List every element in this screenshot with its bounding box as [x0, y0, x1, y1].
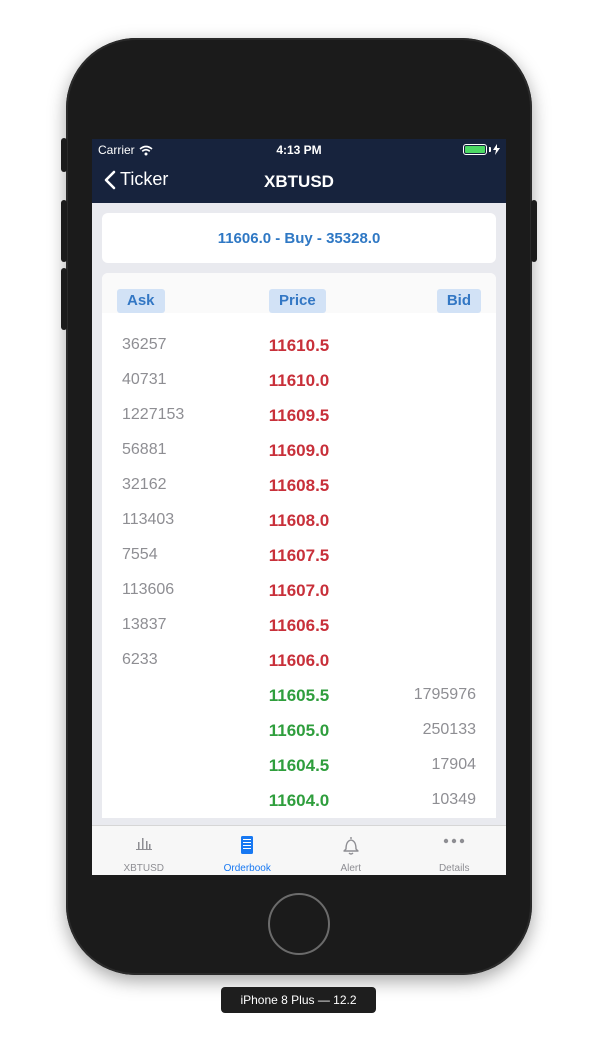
orderbook-card: Ask Price Bid 36257 11610.5 40731 11610.0 …	[102, 273, 496, 818]
ask-row: 1227153 11609.5	[102, 398, 496, 433]
ask-row: 113606 11607.0	[102, 573, 496, 608]
tab-details[interactable]: Details	[403, 826, 507, 875]
book-icon	[241, 836, 254, 854]
tab-xbtusd-label: XBTUSD	[123, 863, 165, 874]
ask-price: 11609.5	[268, 406, 330, 425]
bid-column-header: Bid	[436, 289, 481, 313]
navigation-bar: Ticker XBTUSD	[92, 161, 506, 203]
orderbook-rows: 36257 11610.5 40731 11610.0 1227153 11609.5…	[102, 328, 496, 818]
price-column-header: Price	[269, 289, 326, 313]
bid-quantity: 10349	[431, 791, 477, 808]
device-caption: iPhone 8 Plus — 12.2	[221, 987, 376, 1013]
tab-bar: XBTUSD Orderbook Alert Details	[92, 825, 506, 875]
silent-switch	[61, 138, 67, 172]
bid-row: 11605.5 1795976	[102, 678, 496, 713]
last-trade-text: 11606.0 - Buy - 35328.0	[217, 229, 381, 247]
app-screen: Carrier 4:13 PM Ticker XBTUSD 11606.0 - …	[92, 139, 506, 875]
tab-alert-label: Alert	[340, 863, 362, 874]
bell-icon	[343, 837, 359, 855]
ask-price: 11607.5	[268, 546, 330, 565]
bid-quantity: 1795976	[413, 686, 476, 703]
ask-row: 40731 11610.0	[102, 363, 496, 398]
ask-row: 7554 11607.5	[102, 538, 496, 573]
ask-row: 6233 11606.0	[102, 643, 496, 678]
charging-bolt-icon	[493, 144, 500, 155]
bid-quantity: 250133	[422, 721, 476, 738]
status-time: 4:13 PM	[276, 143, 322, 157]
ask-row: 13837 11606.5	[102, 608, 496, 643]
tab-orderbook[interactable]: Orderbook	[196, 826, 300, 875]
ask-price: 11608.5	[268, 476, 330, 495]
ask-row: 56881 11609.0	[102, 433, 496, 468]
volume-down-button	[61, 268, 67, 330]
home-button[interactable]	[268, 893, 330, 955]
status-bar: Carrier 4:13 PM	[92, 139, 506, 161]
page-title: XBTUSD	[264, 172, 334, 191]
ask-row: 32162 11608.5	[102, 468, 496, 503]
last-trade-summary: 11606.0 - Buy - 35328.0	[102, 213, 496, 263]
more-icon	[444, 838, 465, 844]
volume-up-button	[61, 200, 67, 262]
bid-quantity: 17904	[431, 756, 477, 773]
ask-price: 11607.0	[268, 581, 330, 600]
tab-xbtusd[interactable]: XBTUSD	[92, 826, 196, 875]
ask-price: 11610.0	[268, 371, 330, 390]
bid-row: 11604.0 10349	[102, 783, 496, 818]
ask-price: 11608.0	[268, 511, 330, 530]
ask-row: 113403 11608.0	[102, 503, 496, 538]
tab-alert[interactable]: Alert	[299, 826, 403, 875]
ask-price: 11610.5	[268, 336, 330, 355]
ask-row: 36257 11610.5	[102, 328, 496, 363]
tab-orderbook-label: Orderbook	[223, 863, 271, 874]
chart-icon	[135, 838, 152, 850]
ask-column-header: Ask	[117, 289, 165, 313]
ask-price: 11606.5	[268, 616, 330, 635]
ask-price: 11609.0	[268, 441, 330, 460]
bid-row: 11604.5 17904	[102, 748, 496, 783]
ask-price: 11606.0	[268, 651, 330, 670]
tab-details-label: Details	[438, 863, 470, 874]
battery-icon	[463, 144, 500, 155]
bid-row: 11605.0 250133	[102, 713, 496, 748]
orderbook-header: Ask Price Bid	[102, 273, 496, 313]
power-button	[531, 200, 537, 262]
